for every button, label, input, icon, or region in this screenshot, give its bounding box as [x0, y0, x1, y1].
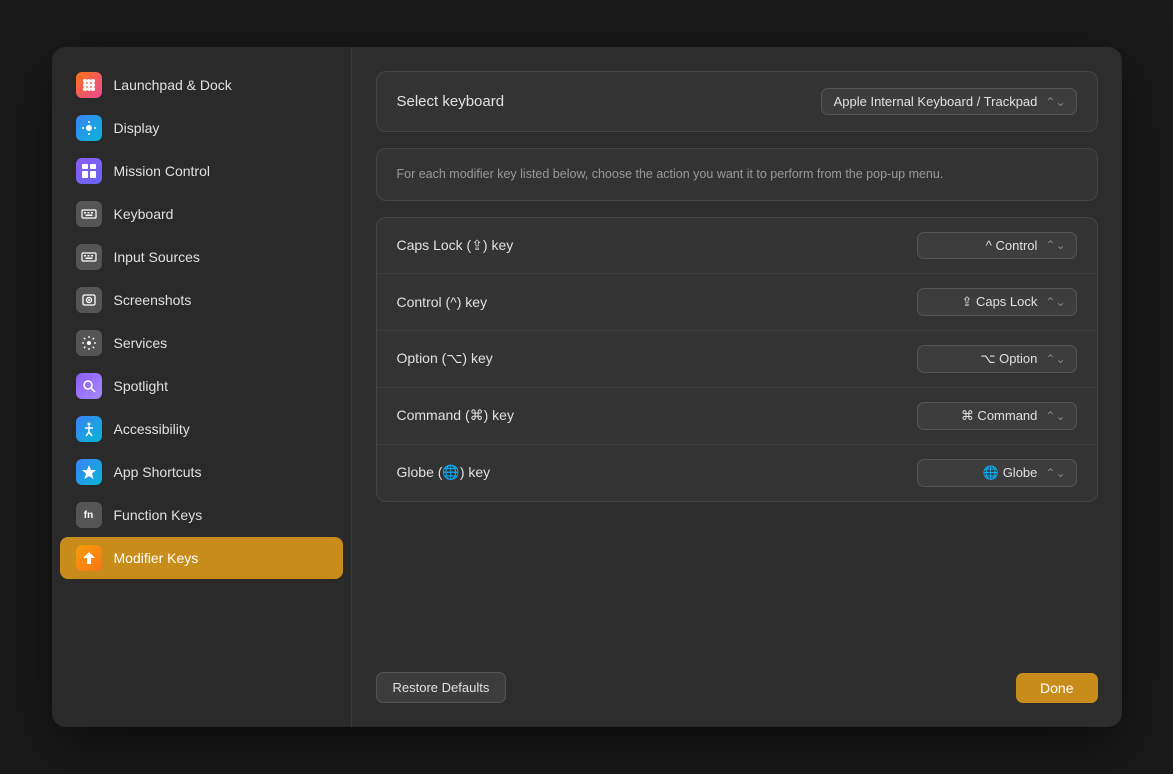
mission-icon: [76, 158, 102, 184]
modifier-row-0: Caps Lock (⇪) key ^ Control ⌃⌄: [377, 218, 1097, 274]
keyboard-select-value: Apple Internal Keyboard / Trackpad: [834, 94, 1038, 109]
modifier-row-2: Option (⌥) key ⌥ Option ⌃⌄: [377, 331, 1097, 388]
description-box: For each modifier key listed below, choo…: [376, 148, 1098, 201]
modifier-row-3: Command (⌘) key ⌘ Command ⌃⌄: [377, 388, 1097, 445]
modifier-value-select-0[interactable]: ^ Control ⌃⌄: [917, 232, 1077, 259]
modifier-key-label-3: Command (⌘) key: [397, 407, 917, 424]
modifier-rows: Caps Lock (⇪) key^ Control⌃⌄Control (^) …: [376, 217, 1098, 502]
services-icon: [76, 330, 102, 356]
sidebar-item-screenshots[interactable]: Screenshots: [60, 279, 343, 321]
modifier-chevron-4: ⌃⌄: [1045, 466, 1065, 480]
sidebar-item-label-accessibility: Accessibility: [114, 421, 190, 437]
sidebar-item-accessibility[interactable]: Accessibility: [60, 408, 343, 450]
modifier-value-select-2[interactable]: ⌥ Option ⌃⌄: [917, 345, 1077, 373]
fnkeys-icon: fn: [76, 502, 102, 528]
appshortcuts-icon: [76, 459, 102, 485]
settings-window: Launchpad & Dock Display Mission Control Ke…: [52, 47, 1122, 727]
modifier-key-label-0: Caps Lock (⇪) key: [397, 237, 917, 254]
sidebar-item-input[interactable]: Input Sources: [60, 236, 343, 278]
modifier-value-select-3[interactable]: ⌘ Command ⌃⌄: [917, 402, 1077, 430]
sidebar-item-label-mission: Mission Control: [114, 163, 210, 179]
accessibility-icon: [76, 416, 102, 442]
sidebar-item-modifier[interactable]: Modifier Keys: [60, 537, 343, 579]
sidebar-item-keyboard[interactable]: Keyboard: [60, 193, 343, 235]
keyboard-select[interactable]: Apple Internal Keyboard / Trackpad ⌃⌄: [821, 88, 1077, 115]
modifier-key-label-1: Control (^) key: [397, 294, 917, 310]
sidebar-item-mission[interactable]: Mission Control: [60, 150, 343, 192]
done-button[interactable]: Done: [1016, 673, 1097, 703]
modifier-value-text-2: ⌥ Option: [980, 351, 1037, 367]
sidebar-item-label-launchpad: Launchpad & Dock: [114, 77, 232, 93]
select-keyboard-label: Select keyboard: [397, 93, 805, 110]
modifier-value-text-4: 🌐 Globe: [983, 465, 1038, 481]
main-content: Select keyboard Apple Internal Keyboard …: [352, 47, 1122, 727]
modifier-row-1: Control (^) key ⇪ Caps Lock ⌃⌄: [377, 274, 1097, 331]
modifier-row-4: Globe (🌐) key 🌐 Globe ⌃⌄: [377, 445, 1097, 501]
keyboard-select-chevron: ⌃⌄: [1045, 95, 1065, 109]
modifier-icon: [76, 545, 102, 571]
modifier-chevron-3: ⌃⌄: [1045, 409, 1065, 423]
sidebar-item-display[interactable]: Display: [60, 107, 343, 149]
select-keyboard-row: Select keyboard Apple Internal Keyboard …: [376, 71, 1098, 132]
display-icon: [76, 115, 102, 141]
launchpad-icon: [76, 72, 102, 98]
sidebar-item-label-modifier: Modifier Keys: [114, 550, 199, 566]
sidebar-item-appshortcuts[interactable]: App Shortcuts: [60, 451, 343, 493]
sidebar-item-label-keyboard: Keyboard: [114, 206, 174, 222]
sidebar-item-label-screenshots: Screenshots: [114, 292, 192, 308]
keyboard-icon: [76, 201, 102, 227]
modifier-value-text-1: ⇪ Caps Lock: [961, 294, 1037, 310]
sidebar-item-label-display: Display: [114, 120, 160, 136]
modifier-value-select-4[interactable]: 🌐 Globe ⌃⌄: [917, 459, 1077, 487]
modifier-value-text-3: ⌘ Command: [961, 408, 1038, 424]
restore-defaults-button[interactable]: Restore Defaults: [376, 672, 507, 703]
description-text: For each modifier key listed below, choo…: [397, 165, 1077, 184]
screenshots-icon: [76, 287, 102, 313]
sidebar: Launchpad & Dock Display Mission Control Ke…: [52, 47, 352, 727]
modifier-chevron-1: ⌃⌄: [1045, 295, 1065, 309]
input-icon: [76, 244, 102, 270]
sidebar-item-label-spotlight: Spotlight: [114, 378, 168, 394]
modifier-chevron-0: ⌃⌄: [1045, 238, 1065, 252]
modifier-value-text-0: ^ Control: [986, 238, 1038, 253]
sidebar-item-spotlight[interactable]: Spotlight: [60, 365, 343, 407]
sidebar-item-label-services: Services: [114, 335, 168, 351]
sidebar-item-fnkeys[interactable]: fn Function Keys: [60, 494, 343, 536]
spotlight-icon: [76, 373, 102, 399]
sidebar-item-label-appshortcuts: App Shortcuts: [114, 464, 202, 480]
footer: Restore Defaults Done: [376, 672, 1098, 703]
sidebar-item-services[interactable]: Services: [60, 322, 343, 364]
modifier-chevron-2: ⌃⌄: [1045, 352, 1065, 366]
modifier-key-label-2: Option (⌥) key: [397, 350, 917, 367]
sidebar-item-label-input: Input Sources: [114, 249, 200, 265]
modifier-value-select-1[interactable]: ⇪ Caps Lock ⌃⌄: [917, 288, 1077, 316]
sidebar-item-launchpad[interactable]: Launchpad & Dock: [60, 64, 343, 106]
sidebar-item-label-fnkeys: Function Keys: [114, 507, 203, 523]
modifier-key-label-4: Globe (🌐) key: [397, 464, 917, 481]
